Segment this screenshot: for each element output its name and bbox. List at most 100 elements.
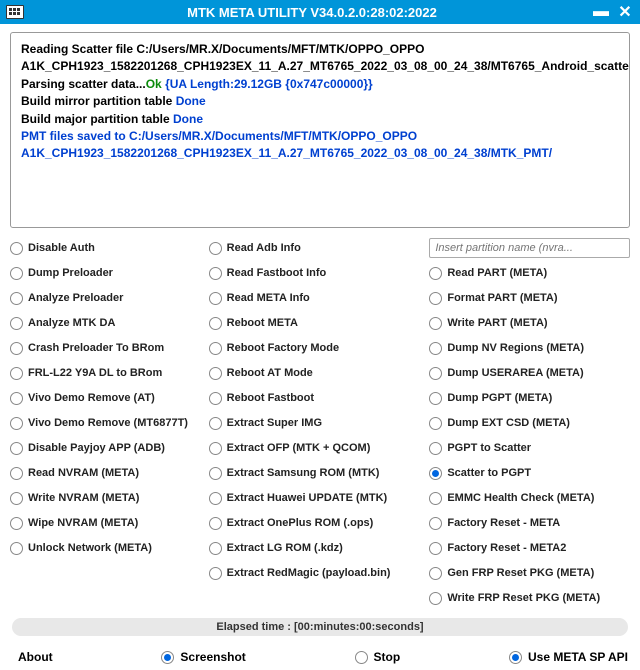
opt-c3-11[interactable]: Factory Reset - META2 <box>429 538 630 558</box>
screenshot-label: Screenshot <box>180 650 245 664</box>
opt-c1-11[interactable]: Wipe NVRAM (META) <box>10 513 205 533</box>
opt-c2-5[interactable]: Reboot AT Mode <box>209 363 426 383</box>
opt-c3-9[interactable]: EMMC Health Check (META) <box>429 488 630 508</box>
radio-icon <box>10 442 23 455</box>
stop-button[interactable]: Stop <box>355 650 401 664</box>
use-meta-sp-api-button[interactable]: Use META SP API <box>509 650 628 664</box>
option-label: Dump NV Regions (META) <box>447 342 584 354</box>
radio-icon <box>209 417 222 430</box>
opt-c3-3[interactable]: Dump NV Regions (META) <box>429 338 630 358</box>
opt-c3-0[interactable]: Read PART (META) <box>429 263 630 283</box>
stop-radio-icon <box>355 651 368 664</box>
option-label: Extract OFP (MTK + QCOM) <box>227 442 371 454</box>
option-label: EMMC Health Check (META) <box>447 492 594 504</box>
status-bar: Elapsed time : [00:minutes:00:seconds] <box>12 618 628 636</box>
option-label: Extract LG ROM (.kdz) <box>227 542 343 554</box>
about-label: About <box>18 650 53 664</box>
opt-c1-8[interactable]: Disable Payjoy APP (ADB) <box>10 438 205 458</box>
radio-icon <box>209 492 222 505</box>
radio-icon <box>429 317 442 330</box>
opt-c2-10[interactable]: Extract Huawei UPDATE (MTK) <box>209 488 426 508</box>
opt-c3-8[interactable]: Scatter to PGPT <box>429 463 630 483</box>
option-label: Reboot Factory Mode <box>227 342 339 354</box>
options-col-3: Read PART (META) Format PART (META) Write … <box>429 238 630 608</box>
content-area: Reading Scatter file C:/Users/MR.X/Docum… <box>0 24 640 644</box>
option-label: Format PART (META) <box>447 292 557 304</box>
option-label: Reboot AT Mode <box>227 367 313 379</box>
opt-c2-2[interactable]: Read META Info <box>209 288 426 308</box>
option-label: Dump EXT CSD (META) <box>447 417 570 429</box>
radio-icon <box>209 242 222 255</box>
option-label: Disable Auth <box>28 242 95 254</box>
opt-c1-3[interactable]: Analyze MTK DA <box>10 313 205 333</box>
radio-icon <box>209 392 222 405</box>
opt-c2-1[interactable]: Read Fastboot Info <box>209 263 426 283</box>
opt-c3-1[interactable]: Format PART (META) <box>429 288 630 308</box>
opt-c2-0[interactable]: Read Adb Info <box>209 238 426 258</box>
opt-c2-9[interactable]: Extract Samsung ROM (MTK) <box>209 463 426 483</box>
option-label: FRL-L22 Y9A DL to BRom <box>28 367 162 379</box>
radio-icon <box>10 392 23 405</box>
opt-c1-9[interactable]: Read NVRAM (META) <box>10 463 205 483</box>
radio-icon <box>10 467 23 480</box>
option-label: Dump USERAREA (META) <box>447 367 583 379</box>
window-title: MTK META UTILITY V34.0.2.0:28:02:2022 <box>32 5 592 20</box>
opt-c1-6[interactable]: Vivo Demo Remove (AT) <box>10 388 205 408</box>
radio-icon <box>429 342 442 355</box>
titlebar: MTK META UTILITY V34.0.2.0:28:02:2022 ▬ … <box>0 0 640 24</box>
radio-icon <box>429 492 442 505</box>
opt-c2-12[interactable]: Extract LG ROM (.kdz) <box>209 538 426 558</box>
opt-c3-13[interactable]: Write FRP Reset PKG (META) <box>429 588 630 608</box>
options-col-1: Disable Auth Dump Preloader Analyze Preloa… <box>10 238 205 608</box>
radio-icon <box>209 317 222 330</box>
radio-icon <box>429 367 442 380</box>
radio-icon <box>209 542 222 555</box>
opt-c1-1[interactable]: Dump Preloader <box>10 263 205 283</box>
opt-c3-2[interactable]: Write PART (META) <box>429 313 630 333</box>
opt-c1-12[interactable]: Unlock Network (META) <box>10 538 205 558</box>
opt-c1-0[interactable]: Disable Auth <box>10 238 205 258</box>
option-label: Extract Huawei UPDATE (MTK) <box>227 492 388 504</box>
option-label: Read META Info <box>227 292 310 304</box>
option-label: Extract Super IMG <box>227 417 322 429</box>
opt-c3-5[interactable]: Dump PGPT (META) <box>429 388 630 408</box>
radio-icon <box>429 442 442 455</box>
opt-c3-6[interactable]: Dump EXT CSD (META) <box>429 413 630 433</box>
opt-c3-7[interactable]: PGPT to Scatter <box>429 438 630 458</box>
opt-c1-4[interactable]: Crash Preloader To BRom <box>10 338 205 358</box>
opt-c2-3[interactable]: Reboot META <box>209 313 426 333</box>
option-label: Read Adb Info <box>227 242 301 254</box>
opt-c1-10[interactable]: Write NVRAM (META) <box>10 488 205 508</box>
radio-icon <box>429 592 442 605</box>
window-controls: ▬ ✕ <box>592 4 634 20</box>
option-label: Extract OnePlus ROM (.ops) <box>227 517 374 529</box>
opt-c2-6[interactable]: Reboot Fastboot <box>209 388 426 408</box>
screenshot-radio-icon <box>161 651 174 664</box>
radio-icon <box>209 292 222 305</box>
opt-c2-13[interactable]: Extract RedMagic (payload.bin) <box>209 563 426 583</box>
radio-icon <box>10 517 23 530</box>
app-icon <box>6 5 24 19</box>
minimize-button[interactable]: ▬ <box>592 4 610 20</box>
opt-c3-10[interactable]: Factory Reset - META <box>429 513 630 533</box>
options-panel: Disable Auth Dump Preloader Analyze Preloa… <box>10 238 630 608</box>
opt-c2-4[interactable]: Reboot Factory Mode <box>209 338 426 358</box>
opt-c1-7[interactable]: Vivo Demo Remove (MT6877T) <box>10 413 205 433</box>
opt-c2-11[interactable]: Extract OnePlus ROM (.ops) <box>209 513 426 533</box>
opt-c2-7[interactable]: Extract Super IMG <box>209 413 426 433</box>
partition-name-input[interactable] <box>429 238 630 258</box>
screenshot-button[interactable]: Screenshot <box>161 650 245 664</box>
radio-icon <box>10 542 23 555</box>
about-button[interactable]: About <box>18 650 53 664</box>
opt-c1-5[interactable]: FRL-L22 Y9A DL to BRom <box>10 363 205 383</box>
radio-icon <box>429 392 442 405</box>
opt-c3-12[interactable]: Gen FRP Reset PKG (META) <box>429 563 630 583</box>
log-panel: Reading Scatter file C:/Users/MR.X/Docum… <box>10 32 630 228</box>
stop-label: Stop <box>374 650 401 664</box>
opt-c1-2[interactable]: Analyze Preloader <box>10 288 205 308</box>
option-label: Reboot Fastboot <box>227 392 314 404</box>
opt-c3-4[interactable]: Dump USERAREA (META) <box>429 363 630 383</box>
close-button[interactable]: ✕ <box>616 4 634 20</box>
opt-c2-8[interactable]: Extract OFP (MTK + QCOM) <box>209 438 426 458</box>
radio-icon <box>429 517 442 530</box>
